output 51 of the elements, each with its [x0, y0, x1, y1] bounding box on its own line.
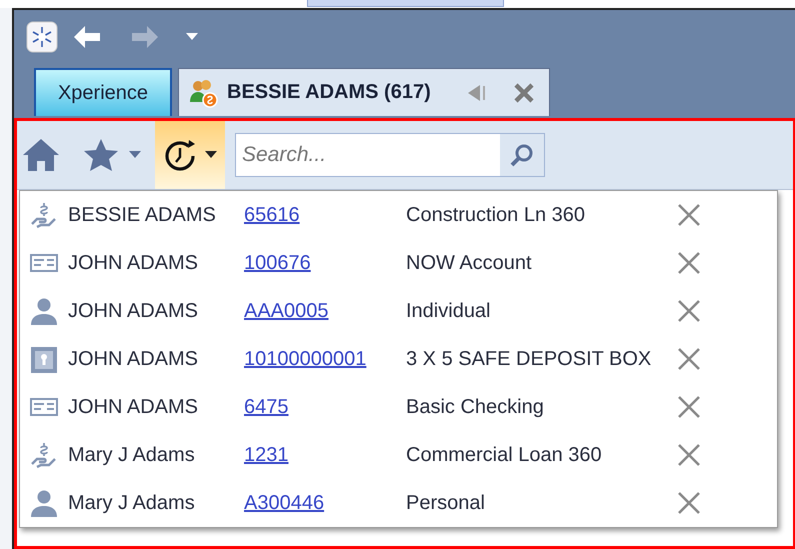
account-number-link[interactable]: 65616 — [244, 204, 300, 226]
account-description: Individual — [406, 300, 492, 322]
customer-name: JOHN ADAMS — [68, 300, 200, 322]
customer-name: JOHN ADAMS — [68, 252, 200, 274]
loan-icon — [29, 440, 59, 470]
caret-icon — [205, 151, 217, 159]
remove-icon[interactable] — [676, 252, 702, 274]
account-number-link[interactable]: 10100000001 — [244, 348, 366, 370]
caret-icon[interactable] — [186, 33, 198, 41]
account-number-link[interactable]: A300446 — [244, 492, 324, 514]
remove-icon[interactable] — [676, 300, 702, 322]
search-button[interactable] — [500, 134, 544, 176]
account-number-link[interactable]: 6475 — [244, 396, 288, 418]
customer-icon — [189, 78, 219, 108]
customer-name: Mary J Adams — [68, 492, 196, 514]
remove-icon[interactable] — [676, 204, 702, 226]
history-button[interactable] — [155, 121, 225, 189]
safe-icon — [29, 344, 59, 374]
customer-name: Mary J Adams — [68, 444, 196, 466]
account-number-link[interactable]: AAA0005 — [244, 300, 329, 322]
remove-icon[interactable] — [676, 492, 702, 514]
account-description: Basic Checking — [406, 396, 545, 418]
account-description: NOW Account — [406, 252, 533, 274]
search-field[interactable]: Search... — [236, 142, 500, 168]
account-description: 3 X 5 SAFE DEPOSIT BOX — [406, 348, 652, 370]
search-box[interactable]: Search... — [235, 133, 545, 177]
account-number-link[interactable]: 1231 — [244, 444, 288, 466]
account-description: Construction Ln 360 — [406, 204, 586, 226]
search-icon — [510, 143, 534, 167]
close-icon[interactable] — [513, 82, 535, 104]
account-number-link[interactable]: 100676 — [244, 252, 311, 274]
pin-icon[interactable] — [467, 84, 487, 102]
home-tab[interactable]: Xperience — [34, 68, 172, 116]
star-icon[interactable] — [83, 138, 119, 172]
account-description: Personal — [406, 492, 486, 514]
home-icon[interactable] — [21, 137, 61, 173]
customer-name: JOHN ADAMS — [68, 348, 200, 370]
customer-name: BESSIE ADAMS — [68, 204, 217, 226]
account-description: Commercial Loan 360 — [406, 444, 603, 466]
record-tab[interactable]: BESSIE ADAMS (617) — [178, 68, 550, 116]
customer-name: JOHN ADAMS — [68, 396, 200, 418]
caret-icon[interactable] — [129, 151, 141, 159]
person-icon — [29, 488, 59, 518]
remove-icon[interactable] — [676, 348, 702, 370]
remove-icon[interactable] — [676, 396, 702, 418]
person-icon — [29, 296, 59, 326]
remove-icon[interactable] — [676, 444, 702, 466]
forward-arrow-icon[interactable] — [130, 24, 160, 50]
app-logo-icon[interactable] — [26, 21, 58, 53]
back-arrow-icon[interactable] — [72, 24, 102, 50]
loan-icon — [29, 200, 59, 230]
